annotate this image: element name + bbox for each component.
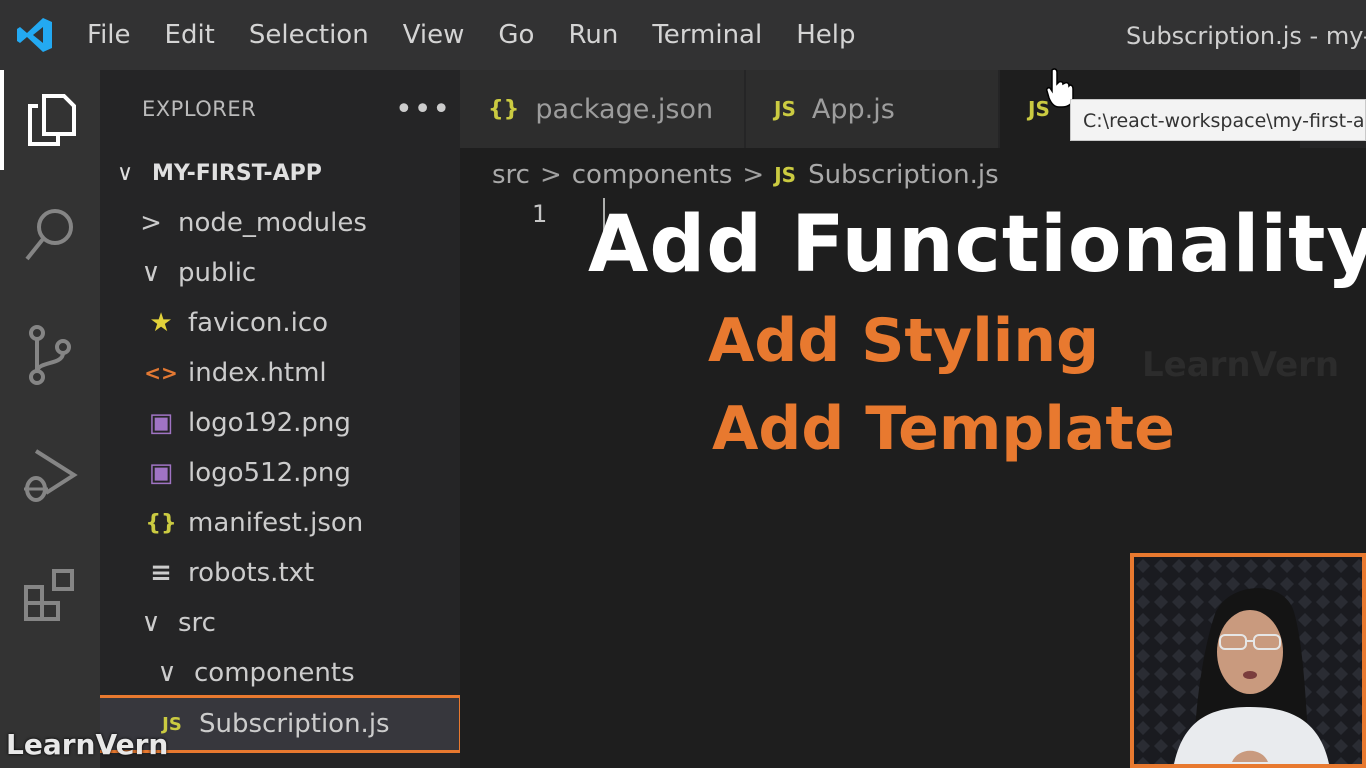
tree-item-manifest[interactable]: {} manifest.json [100,498,460,548]
tree-item-label: components [194,658,355,688]
webcam-video [1130,553,1366,768]
files-icon [28,94,76,146]
chevron-down-icon: ∨ [141,258,161,288]
tab-package-json[interactable]: {} package.json [460,70,744,148]
html-icon: <> [144,361,178,385]
js-icon: JS [774,97,796,121]
search-activity-button[interactable] [0,185,100,285]
tree-item-robots[interactable]: ≡ robots.txt [100,548,460,598]
tree-item-label: src [178,608,216,638]
tree-item-logo512[interactable]: ▣ logo512.png [100,448,460,498]
extensions-activity-button[interactable] [0,545,100,645]
chevron-down-icon: ∨ [157,658,177,688]
tree-item-node-modules[interactable]: > node_modules [100,198,460,248]
source-control-activity-button[interactable] [0,305,100,405]
window-title: Subscription.js - my-f [1126,22,1366,50]
line-number: 1 [532,200,548,228]
explorer-activity-button[interactable] [0,70,100,170]
run-debug-activity-button[interactable] [0,425,100,525]
tree-item-label: logo512.png [188,458,351,488]
menu-bar: File Edit Selection View Go Run Terminal… [70,0,873,70]
breadcrumb-file[interactable]: Subscription.js [808,160,999,190]
folder-label: MY-FIRST-APP [152,160,322,186]
tree-item-label: logo192.png [188,408,351,438]
search-icon [25,209,73,261]
extensions-icon [24,569,74,621]
chevron-right-icon: > [140,208,162,238]
menu-help[interactable]: Help [779,0,872,70]
tree-item-label: public [178,258,257,288]
menu-run[interactable]: Run [551,0,635,70]
run-debug-icon [24,449,78,502]
activity-bar [0,70,100,768]
image-icon: ▣ [148,408,174,438]
menu-edit[interactable]: Edit [148,0,232,70]
tree-item-components[interactable]: ∨ components [100,648,460,698]
tree-item-logo192[interactable]: ▣ logo192.png [100,398,460,448]
title-bar: File Edit Selection View Go Run Terminal… [0,0,1366,70]
tab-path-tooltip: C:\react-workspace\my-first-ap [1070,99,1366,141]
overlay-title: Add Functionality [588,200,1366,290]
chevron-down-icon: ∨ [141,608,161,638]
watermark-faint: LearnVern [1142,345,1340,385]
tree-item-src[interactable]: ∨ src [100,598,460,648]
json-icon: {} [488,96,520,122]
tree-item-label: robots.txt [188,558,315,588]
menu-view[interactable]: View [386,0,482,70]
vscode-logo-icon [0,0,70,70]
tree-item-label: index.html [188,358,327,388]
js-icon: JS [774,163,797,187]
breadcrumb-components[interactable]: components [572,160,733,190]
source-control-icon [29,325,71,385]
tree-item-label: favicon.ico [188,308,329,338]
tree-item-favicon[interactable]: ★ favicon.ico [100,298,460,348]
tab-app-js[interactable]: JS App.js [746,70,998,148]
tree-item-index-html[interactable]: <> index.html [100,348,460,398]
chevron-right-icon: > [539,160,562,190]
tree-item-label: node_modules [178,208,367,238]
chevron-down-icon: ∨ [116,160,134,186]
menu-go[interactable]: Go [481,0,551,70]
breadcrumb-src[interactable]: src [492,160,530,190]
chevron-right-icon: > [742,160,765,190]
overlay-item-styling: Add Styling [708,306,1100,376]
text-file-icon: ≡ [150,558,172,588]
menu-selection[interactable]: Selection [232,0,386,70]
presenter-image [1134,557,1362,764]
star-icon: ★ [149,308,173,338]
menu-terminal[interactable]: Terminal [635,0,779,70]
breadcrumb: src > components > JS Subscription.js [492,150,999,200]
more-actions-icon[interactable]: ••• [395,92,451,127]
menu-file[interactable]: File [70,0,148,70]
tab-label: App.js [811,93,895,125]
json-icon: {} [145,510,177,536]
explorer-sidebar: EXPLORER ••• ∨ MY-FIRST-APP > node_modul… [100,70,460,768]
watermark-logo: LearnVern [6,728,169,761]
tree-item-label: Subscription.js [199,709,390,739]
tree-item-public[interactable]: ∨ public [100,248,460,298]
tree-item-label: manifest.json [188,508,364,538]
tab-label: package.json [535,93,714,125]
overlay-item-template: Add Template [712,394,1175,464]
project-root-folder[interactable]: ∨ MY-FIRST-APP [100,148,460,198]
image-icon: ▣ [148,458,174,488]
